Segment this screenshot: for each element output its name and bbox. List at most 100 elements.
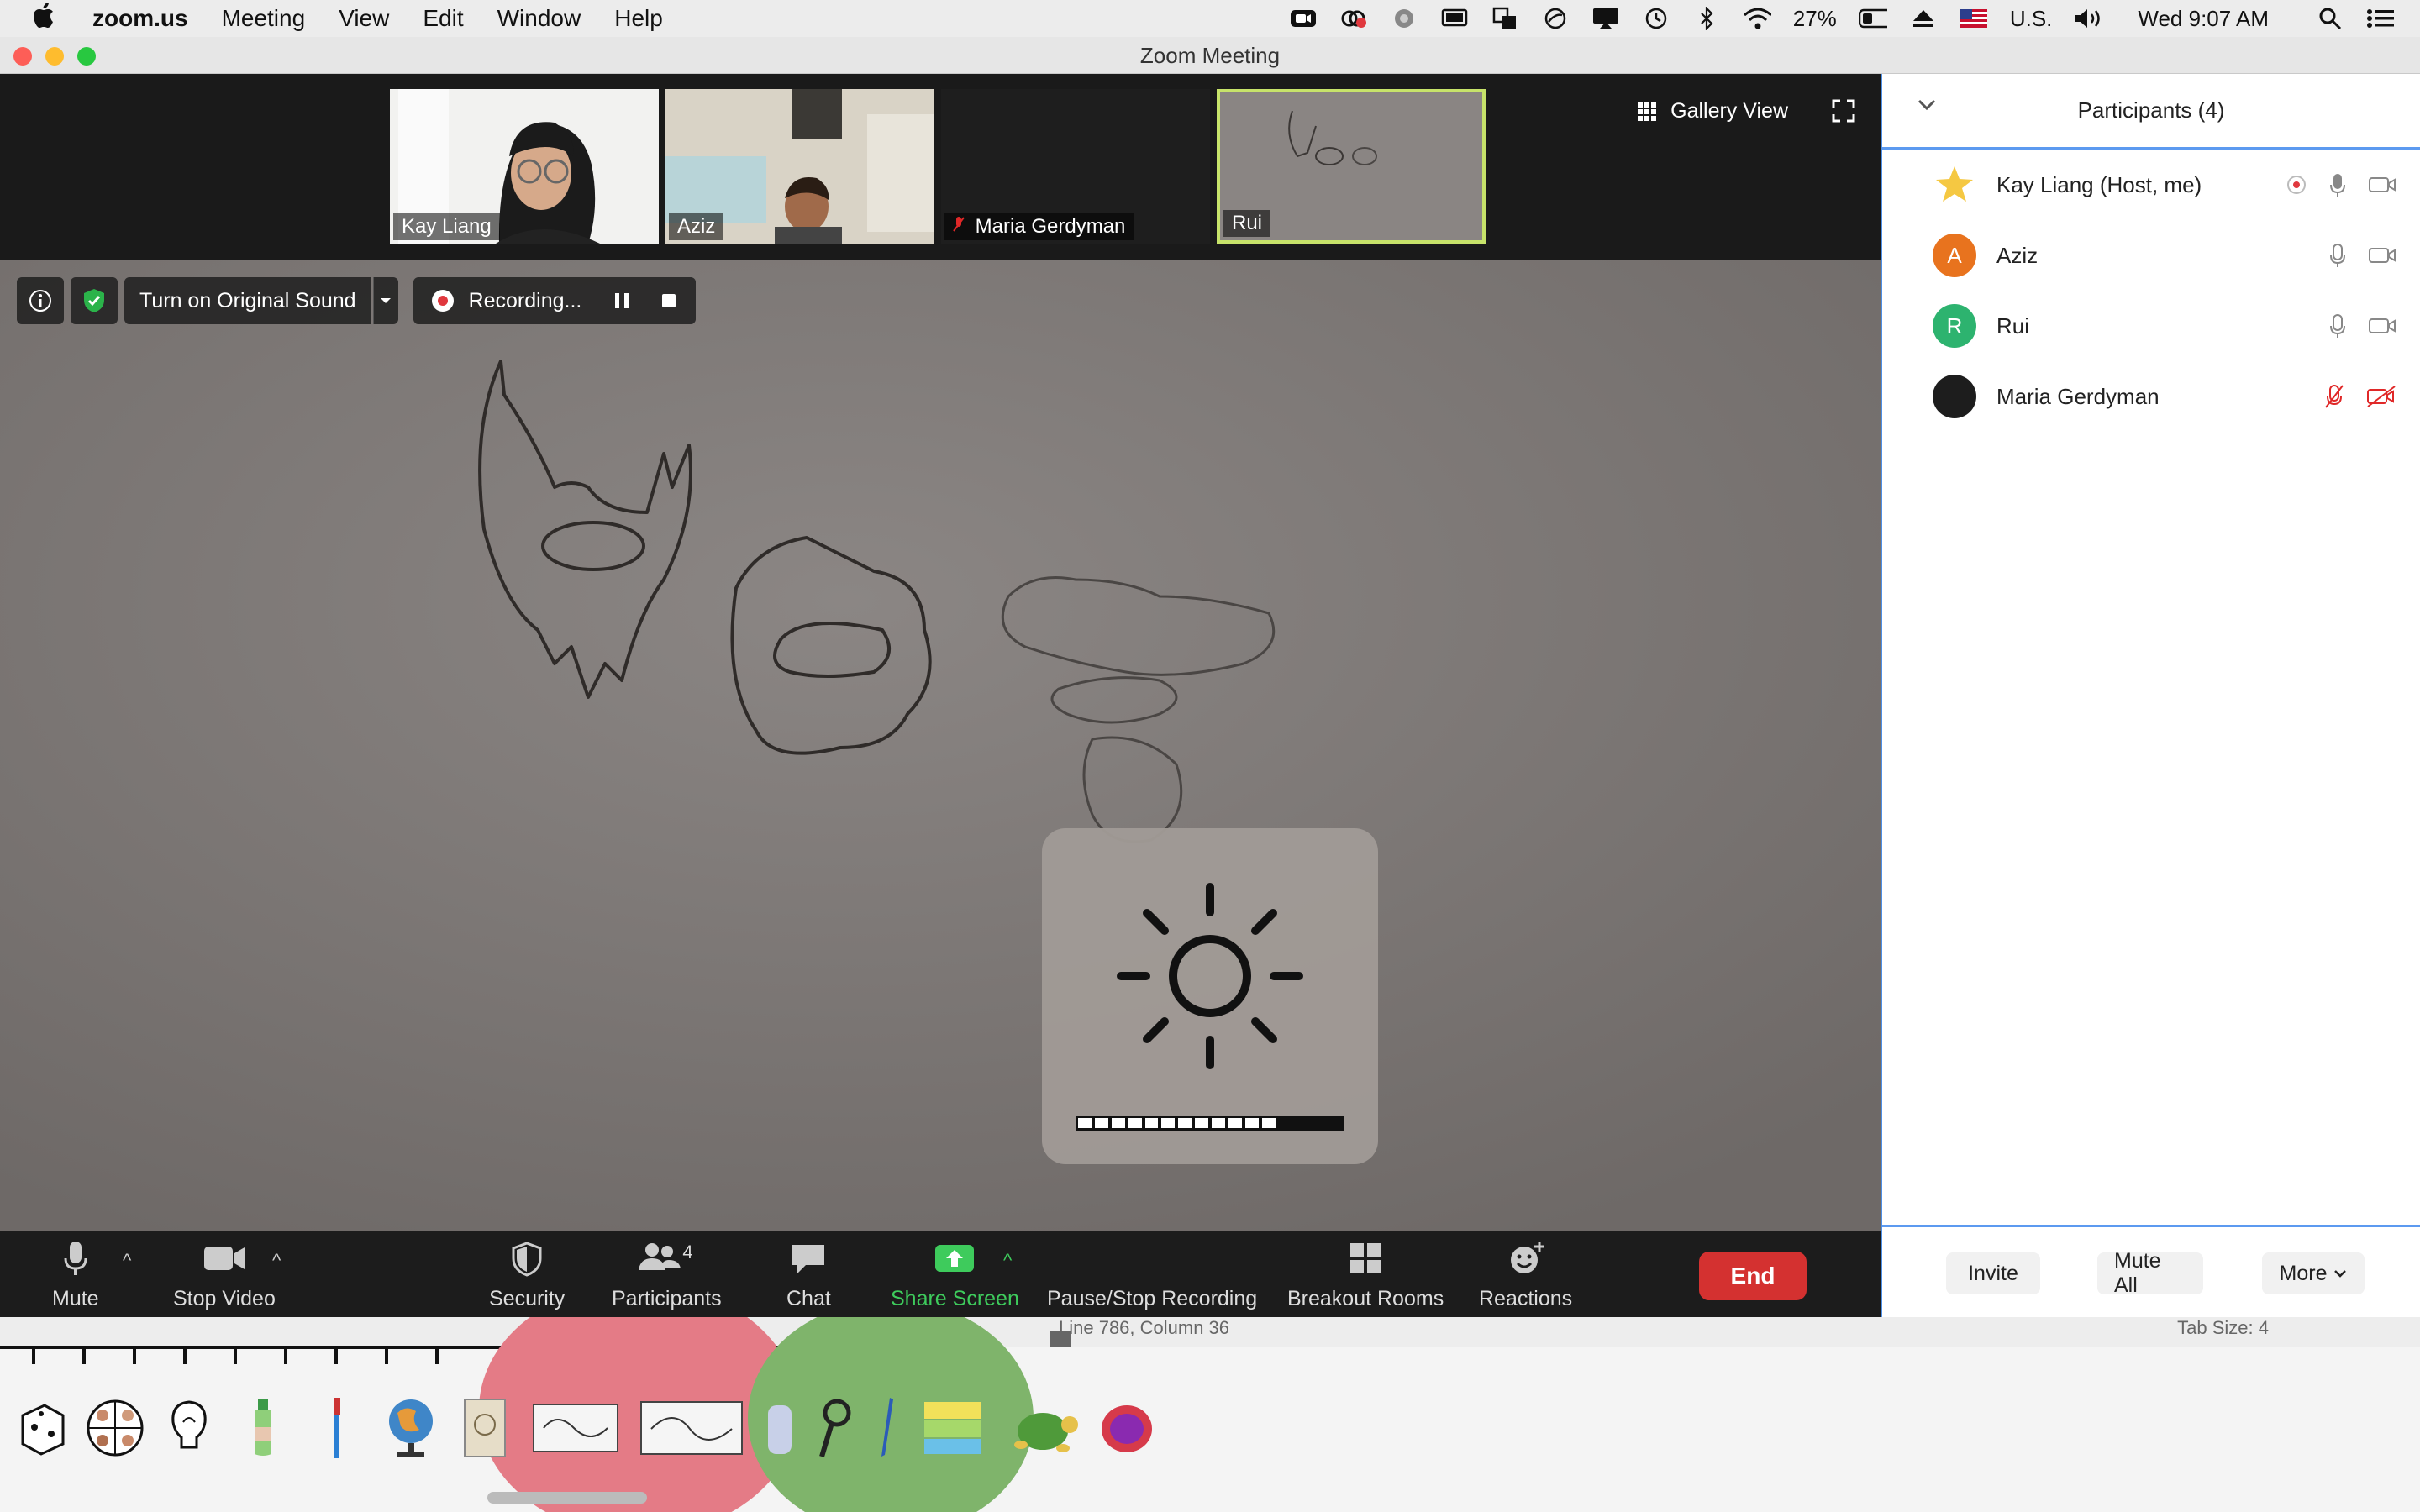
breakout-rooms-button[interactable]: Breakout Rooms [1287, 1240, 1444, 1311]
eject-icon[interactable] [1909, 7, 1938, 30]
video-options-caret-icon[interactable]: ^ [272, 1250, 281, 1272]
stop-recording-icon[interactable] [660, 292, 677, 309]
pen-icon[interactable] [871, 1394, 904, 1462]
reactions-button[interactable]: Reactions [1479, 1240, 1572, 1311]
battery-icon[interactable] [1858, 7, 1887, 30]
participant-video-icon[interactable] [2368, 245, 2396, 265]
sticky-notes-icon[interactable] [919, 1394, 986, 1462]
menu-meeting[interactable]: Meeting [222, 5, 306, 32]
brightness-segment [1212, 1118, 1225, 1128]
thumbnail-name-muted: Maria Gerdyman [944, 213, 1134, 240]
drawing-card-icon[interactable] [637, 1394, 746, 1462]
us-flag-icon[interactable] [1960, 7, 1988, 30]
share-options-caret-icon[interactable]: ^ [1003, 1250, 1012, 1272]
participant-thumbnail[interactable]: Kay Liang [390, 89, 659, 244]
turtle-icon[interactable] [1002, 1394, 1082, 1462]
participants-button[interactable]: 4 Participants [612, 1240, 722, 1311]
chat-label: Chat [786, 1287, 831, 1310]
chat-button[interactable]: Chat [786, 1240, 831, 1311]
recording-status-icon [2287, 176, 2306, 194]
participant-row[interactable]: Kay Liang (Host, me) [1882, 150, 2420, 220]
end-meeting-button[interactable]: End [1699, 1252, 1807, 1300]
participant-row[interactable]: Maria Gerdyman [1882, 361, 2420, 432]
globe-icon[interactable] [381, 1394, 440, 1462]
screens-icon[interactable] [1491, 7, 1519, 30]
chat-bubble-icon [792, 1245, 825, 1273]
menu-help[interactable]: Help [614, 5, 663, 32]
encryption-button[interactable] [71, 277, 118, 324]
gallery-view-label: Gallery View [1670, 99, 1788, 123]
pause-recording-icon[interactable] [613, 291, 630, 310]
participant-mic-icon[interactable] [2329, 172, 2346, 197]
paintbrush-icon[interactable] [308, 1394, 366, 1462]
security-button[interactable]: Security [489, 1240, 565, 1311]
participant-video-icon[interactable] [2368, 316, 2396, 336]
notification-center-icon[interactable] [2366, 7, 2395, 30]
window-close-button[interactable] [13, 47, 32, 66]
participant-thumbnail-active[interactable]: Rui [1217, 89, 1486, 244]
participant-mic-icon[interactable] [2329, 313, 2346, 339]
bluetooth-icon[interactable] [1692, 7, 1721, 30]
window-maximize-button[interactable] [77, 47, 96, 66]
passport-icon[interactable] [455, 1394, 514, 1462]
drawing-card-icon[interactable] [529, 1394, 622, 1462]
magnifying-glass-icon[interactable] [813, 1394, 855, 1462]
menu-window[interactable]: Window [497, 5, 581, 32]
participant-thumbnail[interactable]: Aziz [666, 89, 934, 244]
participant-mic-icon[interactable] [2329, 243, 2346, 268]
participant-thumbnail[interactable]: Maria Gerdyman [941, 89, 1210, 244]
fullscreen-icon[interactable] [1832, 99, 1855, 123]
invite-button[interactable]: Invite [1946, 1252, 2040, 1294]
globe-status-icon[interactable] [1390, 7, 1418, 30]
meeting-info-button[interactable] [17, 277, 64, 324]
creative-cloud-icon[interactable] [1339, 7, 1368, 30]
lightbulb-icon[interactable] [160, 1394, 218, 1462]
apple-menu-icon[interactable] [34, 2, 64, 35]
bottle-icon[interactable] [234, 1394, 292, 1462]
shield-check-icon [84, 289, 104, 312]
menu-clock[interactable]: Wed 9:07 AM [2138, 6, 2269, 32]
menu-app-name[interactable]: zoom.us [92, 5, 188, 32]
spotlight-search-icon[interactable] [2316, 7, 2344, 30]
mute-label: Mute [52, 1287, 99, 1310]
video-off-icon[interactable] [2366, 386, 2396, 407]
recording-label: Recording... [468, 288, 582, 312]
stop-video-button[interactable]: Stop Video [173, 1240, 276, 1311]
soap-icon[interactable] [761, 1394, 798, 1462]
time-machine-icon[interactable] [1642, 7, 1670, 30]
original-sound-button[interactable]: Turn on Original Sound [124, 277, 371, 324]
horizontal-scrollbar[interactable] [487, 1492, 647, 1504]
breakout-rooms-label: Breakout Rooms [1287, 1287, 1444, 1310]
volume-icon[interactable] [2074, 7, 2102, 30]
menu-view[interactable]: View [339, 5, 389, 32]
zoom-status-icon[interactable] [1289, 7, 1318, 30]
people-icon [639, 1243, 681, 1270]
window-minimize-button[interactable] [45, 47, 64, 66]
dice-icon[interactable] [12, 1394, 71, 1462]
mute-button[interactable]: Mute [52, 1240, 99, 1311]
original-sound-dropdown[interactable] [372, 277, 398, 324]
spinner-wheel-icon[interactable] [86, 1394, 145, 1462]
collapse-chevron-icon[interactable] [1918, 99, 1936, 111]
participant-name: Maria Gerdyman [1996, 383, 2160, 409]
share-screen-button[interactable]: Share Screen [891, 1240, 1019, 1311]
star-avatar-icon [1933, 163, 1976, 207]
thumbnail-name: Kay Liang [393, 213, 500, 240]
participant-video-icon[interactable] [2368, 175, 2396, 195]
mute-all-button[interactable]: Mute All [2097, 1249, 2203, 1297]
gallery-view-button[interactable]: Gallery View [1637, 99, 1788, 123]
participant-row[interactable]: R Rui [1882, 291, 2420, 361]
input-source-label[interactable]: U.S. [2010, 6, 2053, 32]
wifi-icon[interactable] [1743, 7, 1771, 30]
pause-stop-recording-button[interactable]: Pause/Stop Recording [1047, 1240, 1257, 1311]
sync-icon[interactable] [1541, 7, 1570, 30]
brightness-segment [1261, 1118, 1276, 1128]
audio-options-caret-icon[interactable]: ^ [123, 1250, 131, 1272]
mic-muted-icon[interactable] [2324, 384, 2344, 409]
crystal-icon[interactable] [1097, 1394, 1156, 1462]
airplay-icon[interactable] [1591, 7, 1620, 30]
display-icon[interactable] [1440, 7, 1469, 30]
participant-row[interactable]: A Aziz [1882, 220, 2420, 291]
more-button[interactable]: More [2262, 1252, 2365, 1294]
menu-edit[interactable]: Edit [423, 5, 463, 32]
